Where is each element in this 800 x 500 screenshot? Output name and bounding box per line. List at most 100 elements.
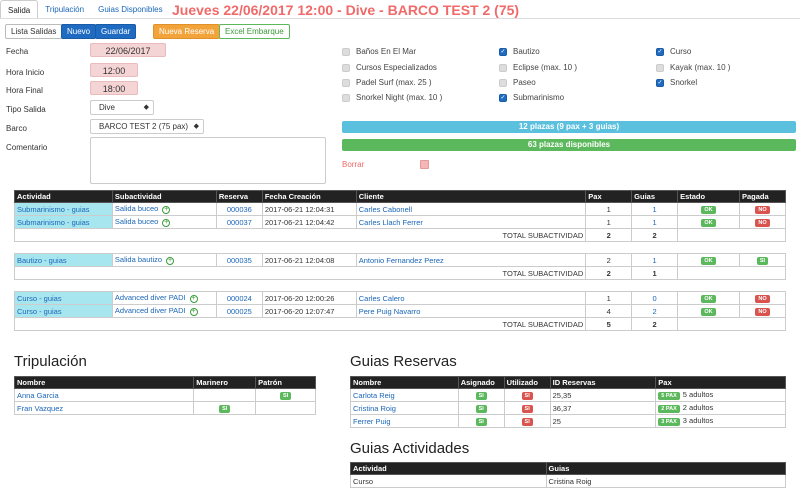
subactividad-link[interactable]: Advanced diver PADI: [115, 293, 186, 302]
estado-cell: OK: [677, 202, 740, 216]
status-badge: NO: [755, 295, 770, 303]
subactividad-link[interactable]: Salida buceo: [115, 217, 158, 226]
hora-final-input[interactable]: 18:00: [90, 81, 138, 95]
checkbox-box[interactable]: [499, 63, 507, 72]
status-badge: SI: [279, 392, 292, 400]
nuevo-button[interactable]: Nuevo: [61, 24, 97, 39]
guia-name-link[interactable]: Cristina Roig: [350, 401, 459, 415]
guias-cell[interactable]: 2: [631, 304, 679, 318]
crew-name-link[interactable]: Fran Vazquez: [13, 401, 195, 415]
pax-badge: 2 PAX: [658, 405, 680, 413]
pax-cell: 3 PAX 3 adultos: [655, 414, 786, 428]
add-icon[interactable]: +: [189, 294, 198, 303]
check-icon[interactable]: ✓: [499, 47, 507, 56]
activity-label: Baños En El Mar: [356, 47, 417, 56]
cliente-link[interactable]: Carles Cabonell: [355, 202, 587, 216]
crew-name-link[interactable]: Anna Garcia: [13, 388, 195, 402]
guias-cell[interactable]: 1: [631, 253, 679, 267]
hora-inicio-label: Hora Inicio: [6, 68, 45, 77]
activity-checkbox[interactable]: Kayak (max. 10 ): [656, 63, 730, 72]
activity-checkbox[interactable]: Eclipse (max. 10 ): [499, 63, 577, 72]
activity-cell[interactable]: Curso - guias: [14, 304, 113, 318]
subactividad-cell[interactable]: Advanced diver PADI +: [111, 304, 217, 318]
subactividad-cell[interactable]: Advanced diver PADI +: [111, 291, 217, 305]
reserva-link[interactable]: 000024: [215, 291, 263, 305]
subactividad-cell[interactable]: Salida buceo +: [111, 202, 217, 216]
marinero-cell: SI: [193, 401, 257, 415]
check-icon[interactable]: ✓: [656, 78, 664, 87]
checkbox-box[interactable]: [656, 63, 664, 72]
tab-guias-disponibles[interactable]: Guias Disponibles: [91, 0, 169, 19]
status-badge: SI: [475, 405, 487, 413]
comentario-textarea[interactable]: [90, 137, 326, 184]
excel-embarque-button[interactable]: Excel Embarque: [219, 24, 290, 39]
subactividad-link[interactable]: Salida buceo: [115, 204, 158, 213]
cliente-link[interactable]: Antonio Fernandez Perez: [355, 253, 587, 267]
total-row: TOTAL SUBACTIVIDAD 2 1: [13, 266, 786, 280]
reserva-link[interactable]: 000036: [215, 202, 263, 216]
checkbox-box[interactable]: [342, 93, 350, 102]
tab-salida[interactable]: Salida: [0, 0, 39, 19]
pax-text: 3 adultos: [682, 416, 714, 425]
add-icon[interactable]: +: [162, 205, 171, 214]
check-icon[interactable]: ✓: [499, 93, 507, 102]
total-pax: 5: [585, 317, 633, 331]
pagada-cell: SI: [738, 253, 787, 267]
guias-cell[interactable]: 1: [631, 202, 679, 216]
subactividad-cell[interactable]: Salida buceo +: [111, 215, 217, 229]
nueva-reserva-button[interactable]: Nueva Reserva: [153, 24, 221, 39]
activity-checkbox[interactable]: ✓ Snorkel: [656, 78, 697, 87]
pax-badge: 5 PAX: [658, 392, 680, 400]
activity-checkbox[interactable]: Snorkel Night (max. 10 ): [342, 93, 442, 102]
add-icon[interactable]: +: [189, 307, 198, 316]
activity-checkbox[interactable]: Paseo: [499, 78, 536, 87]
tipo-salida-select[interactable]: Dive ◆: [90, 100, 154, 115]
cliente-link[interactable]: Pere Puig Navarro: [355, 304, 587, 318]
guia-name-link[interactable]: Ferrer Puig: [350, 414, 459, 428]
guia-name-link[interactable]: Carlota Reig: [350, 388, 459, 402]
activity-cell[interactable]: Submarinismo - guias: [14, 215, 113, 229]
borrar-checkbox[interactable]: [420, 160, 429, 169]
add-icon[interactable]: +: [162, 218, 171, 227]
subactividad-link[interactable]: Advanced diver PADI: [115, 306, 186, 315]
checkbox-box[interactable]: [342, 63, 350, 72]
guias-cell[interactable]: 1: [631, 215, 679, 229]
actividad-cell: Curso: [350, 474, 547, 488]
hora-inicio-input[interactable]: 12:00: [90, 63, 138, 77]
activity-cell[interactable]: Bautizo - guias: [14, 253, 113, 267]
activity-checkbox[interactable]: ✓ Submarinismo: [499, 93, 564, 102]
reserva-link[interactable]: 000025: [215, 304, 263, 318]
checkbox-box[interactable]: [342, 47, 350, 56]
guardar-button[interactable]: Guardar: [95, 24, 137, 39]
activity-cell[interactable]: Submarinismo - guias: [14, 202, 113, 216]
barco-value: BARCO TEST 2 (75 pax): [99, 122, 189, 131]
status-badge: NO: [755, 308, 770, 316]
activity-checkbox[interactable]: Baños En El Mar: [342, 47, 416, 56]
activity-checkbox[interactable]: ✓ Bautizo: [499, 47, 540, 56]
reserva-link[interactable]: 000035: [215, 253, 263, 267]
tab-tripulacion[interactable]: Tripulación: [38, 0, 91, 19]
pagada-cell: NO: [738, 202, 787, 216]
fecha-input[interactable]: 22/06/2017: [90, 43, 166, 57]
checkbox-box[interactable]: [342, 78, 350, 87]
check-icon[interactable]: ✓: [656, 47, 664, 56]
status-badge: OK: [701, 295, 716, 303]
add-icon[interactable]: +: [166, 256, 175, 265]
cliente-link[interactable]: Carles Llach Ferrer: [355, 215, 587, 229]
activity-cell[interactable]: Curso - guias: [14, 291, 113, 305]
plazas-bar: 12 plazas (9 pax + 3 guias): [342, 121, 796, 133]
cliente-link[interactable]: Carles Calero: [355, 291, 587, 305]
checkbox-box[interactable]: [499, 78, 507, 87]
reserva-link[interactable]: 000037: [215, 215, 263, 229]
activity-checkbox[interactable]: ✓ Curso: [656, 47, 691, 56]
column-header: Guias: [545, 462, 787, 475]
subactividad-link[interactable]: Salida bautizo: [115, 255, 162, 264]
activity-checkbox[interactable]: Cursos Especializados: [342, 63, 437, 72]
activity-checkbox[interactable]: Padel Surf (max. 25 ): [342, 78, 432, 87]
guias-cell[interactable]: 0: [631, 291, 679, 305]
subactividad-cell[interactable]: Salida bautizo +: [111, 253, 217, 267]
chevron-down-icon: ◆: [143, 104, 149, 111]
barco-select[interactable]: BARCO TEST 2 (75 pax) ◆: [90, 119, 204, 134]
pax-cell: 1: [585, 291, 633, 305]
lista-salidas-button[interactable]: Lista Salidas: [5, 24, 63, 39]
